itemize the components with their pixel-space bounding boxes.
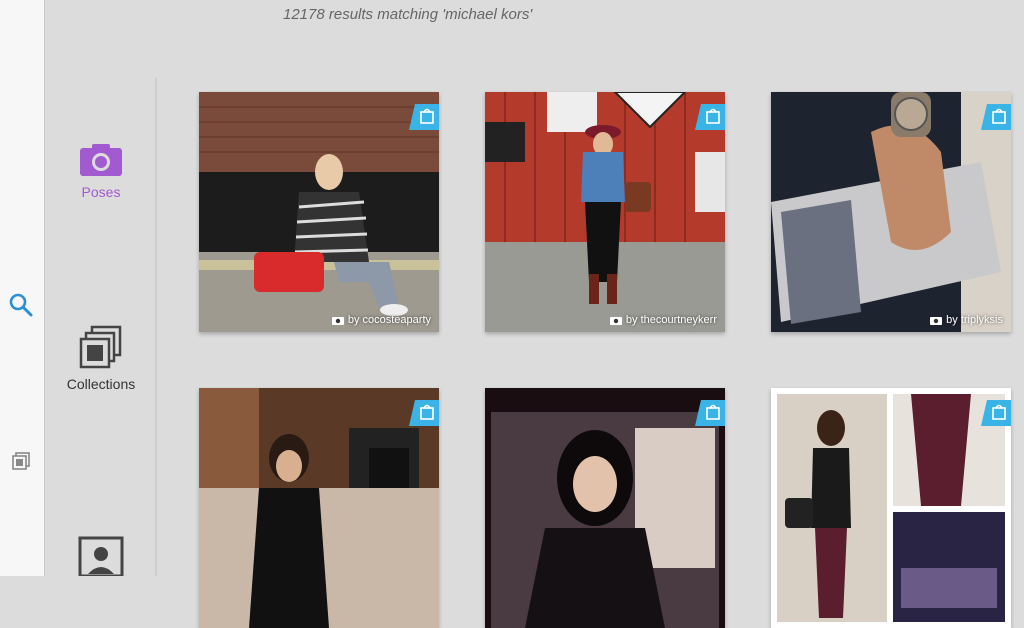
grid-card[interactable] — [485, 388, 725, 628]
nav-divider — [155, 78, 157, 576]
photo — [771, 388, 1011, 628]
grid-card[interactable] — [199, 388, 439, 628]
secondary-nav: Poses Collections — [45, 0, 157, 576]
grid-card[interactable]: by thecourtneykerr — [485, 92, 725, 332]
credit-text: by triplyksis — [946, 314, 1003, 326]
grid-card[interactable] — [771, 388, 1011, 628]
camera-icon — [80, 144, 122, 176]
grid-card[interactable]: by triplyksis — [771, 92, 1011, 332]
nav-label-poses: Poses — [81, 184, 121, 200]
nav-label-collections: Collections — [66, 376, 136, 392]
shopping-bag-icon — [409, 104, 439, 130]
shopping-bag-icon — [981, 104, 1011, 130]
photo-credit: by cocosteaparty — [331, 314, 431, 326]
search-icon[interactable] — [8, 292, 34, 318]
shopping-bag-icon — [981, 400, 1011, 426]
photo — [771, 92, 1011, 332]
left-rail — [0, 0, 45, 576]
collections-icon — [79, 325, 122, 369]
grid-card[interactable]: by cocosteaparty — [199, 92, 439, 332]
nav-item-profile[interactable] — [45, 536, 157, 576]
shopping-bag-icon — [695, 104, 725, 130]
photo-credit: by triplyksis — [930, 314, 1003, 326]
profile-icon — [78, 536, 124, 576]
photo — [199, 92, 439, 332]
results-count: 12178 results matching 'michael kors' — [283, 6, 533, 23]
photo — [199, 388, 439, 628]
shopping-bag-icon — [409, 400, 439, 426]
photo-credit: by thecourtneykerr — [609, 314, 717, 326]
collections-icon[interactable] — [9, 450, 33, 474]
photo — [485, 92, 725, 332]
nav-item-poses[interactable]: Poses — [45, 142, 157, 200]
credit-text: by cocosteaparty — [347, 314, 431, 326]
camera-icon — [331, 317, 344, 325]
camera-icon — [609, 317, 622, 325]
shopping-bag-icon — [695, 400, 725, 426]
nav-item-collections[interactable]: Collections — [45, 324, 157, 392]
camera-icon — [930, 317, 943, 325]
photo — [485, 388, 725, 628]
credit-text: by thecourtneykerr — [625, 314, 717, 326]
